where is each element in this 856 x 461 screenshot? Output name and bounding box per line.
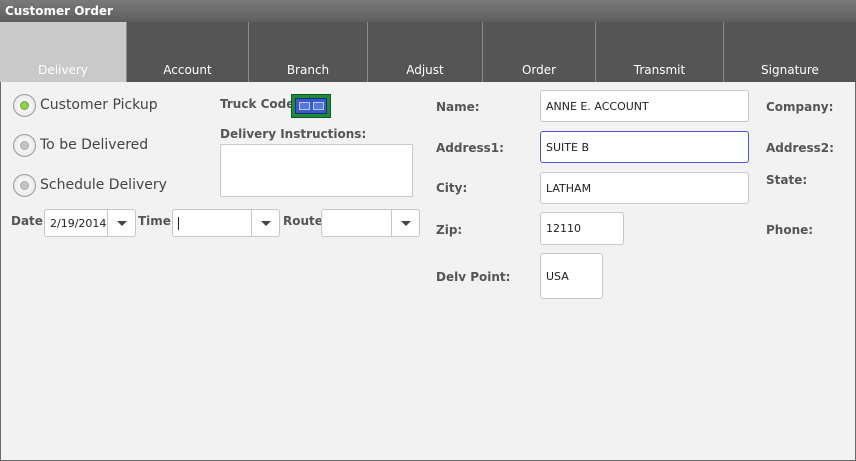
chevron-down-icon[interactable] <box>391 210 419 236</box>
truck-lookup-icon <box>295 98 327 114</box>
tab-branch[interactable]: Branch <box>249 22 368 82</box>
truck-code-label: Truck Code: <box>220 97 300 111</box>
date-select[interactable]: 2/19/2014 <box>44 209 136 237</box>
time-select[interactable] <box>172 209 280 237</box>
tab-bar: Delivery Account Branch Adjust Order Tra… <box>0 22 856 82</box>
phone-label: Phone: <box>766 223 814 237</box>
route-select[interactable] <box>321 209 420 237</box>
truck-code-button[interactable] <box>291 94 331 118</box>
customer-pickup-option[interactable]: Customer Pickup <box>13 93 158 117</box>
chevron-down-icon[interactable] <box>251 210 279 236</box>
radio-button-selected[interactable] <box>13 93 36 117</box>
customer-pickup-label: Customer Pickup <box>40 97 158 113</box>
name-value: ANNE E. ACCOUNT <box>546 99 649 113</box>
radio-button[interactable] <box>13 173 36 197</box>
zip-value: 12110 <box>546 222 581 235</box>
schedule-delivery-label: Schedule Delivery <box>40 177 167 193</box>
tab-delivery[interactable]: Delivery <box>0 22 127 82</box>
window-title-bar: Customer Order <box>0 0 856 22</box>
tab-order[interactable]: Order <box>483 22 596 82</box>
tab-transmit[interactable]: Transmit <box>596 22 724 82</box>
zip-label: Zip: <box>436 223 463 237</box>
date-value: 2/19/2014 <box>50 216 107 230</box>
address1-field[interactable]: SUITE B <box>540 131 749 163</box>
window-title: Customer Order <box>5 4 113 18</box>
name-label: Name: <box>436 100 480 114</box>
date-label: Date: <box>11 214 48 228</box>
address2-label: Address2: <box>766 141 834 155</box>
city-field[interactable]: LATHAM <box>540 172 749 204</box>
company-label: Company: <box>766 100 834 114</box>
delv-point-label: Delv Point: <box>436 270 511 284</box>
tab-account[interactable]: Account <box>127 22 249 82</box>
schedule-delivery-option[interactable]: Schedule Delivery <box>13 173 167 197</box>
delivery-instructions-input[interactable] <box>220 144 413 197</box>
to-be-delivered-label: To be Delivered <box>40 137 149 153</box>
radio-button[interactable] <box>13 133 36 157</box>
zip-field[interactable]: 12110 <box>540 212 624 245</box>
state-label: State: <box>766 173 808 187</box>
chevron-down-icon[interactable] <box>107 210 135 236</box>
delivery-panel: Customer Pickup To be Delivered Schedule… <box>1 82 855 460</box>
to-be-delivered-option[interactable]: To be Delivered <box>13 133 148 157</box>
address1-label: Address1: <box>436 141 504 155</box>
time-label: Time: <box>138 214 176 228</box>
tab-signature[interactable]: Signature <box>724 22 856 82</box>
city-value: LATHAM <box>546 181 592 195</box>
city-label: City: <box>436 181 468 195</box>
delivery-instructions-label: Delivery Instructions: <box>220 127 367 141</box>
delv-point-field[interactable]: USA <box>540 253 603 299</box>
text-cursor <box>178 216 179 230</box>
delv-point-value: USA <box>546 269 569 283</box>
name-field[interactable]: ANNE E. ACCOUNT <box>540 90 749 122</box>
address1-value: SUITE B <box>546 140 589 154</box>
tab-adjust[interactable]: Adjust <box>368 22 483 82</box>
